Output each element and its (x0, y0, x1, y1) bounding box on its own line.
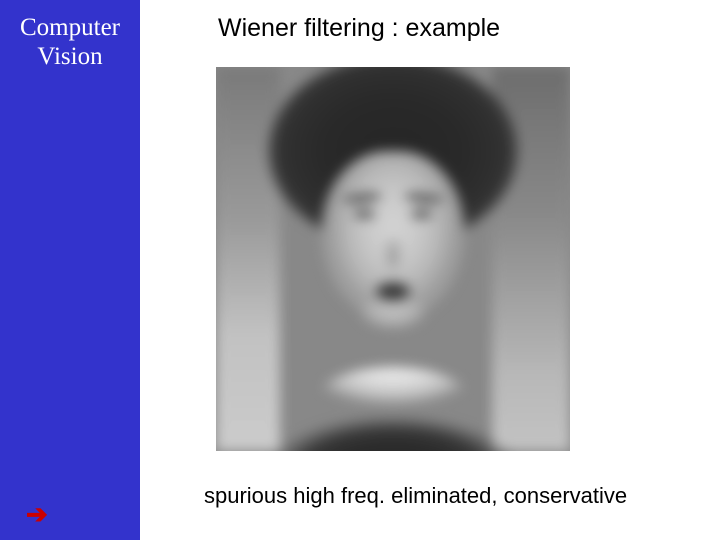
sidebar: Computer Vision ➔ (0, 0, 140, 540)
sidebar-title-line2: Vision (0, 43, 140, 72)
example-image (216, 67, 570, 451)
sidebar-title-line1: Computer (0, 14, 140, 43)
slide-body: Wiener filtering : example spurious high… (140, 0, 720, 540)
slide-title: Wiener filtering : example (218, 14, 720, 43)
slide-caption: spurious high freq. eliminated, conserva… (204, 483, 720, 509)
portrait-graphic (216, 67, 570, 451)
next-arrow-icon: ➔ (26, 500, 48, 530)
